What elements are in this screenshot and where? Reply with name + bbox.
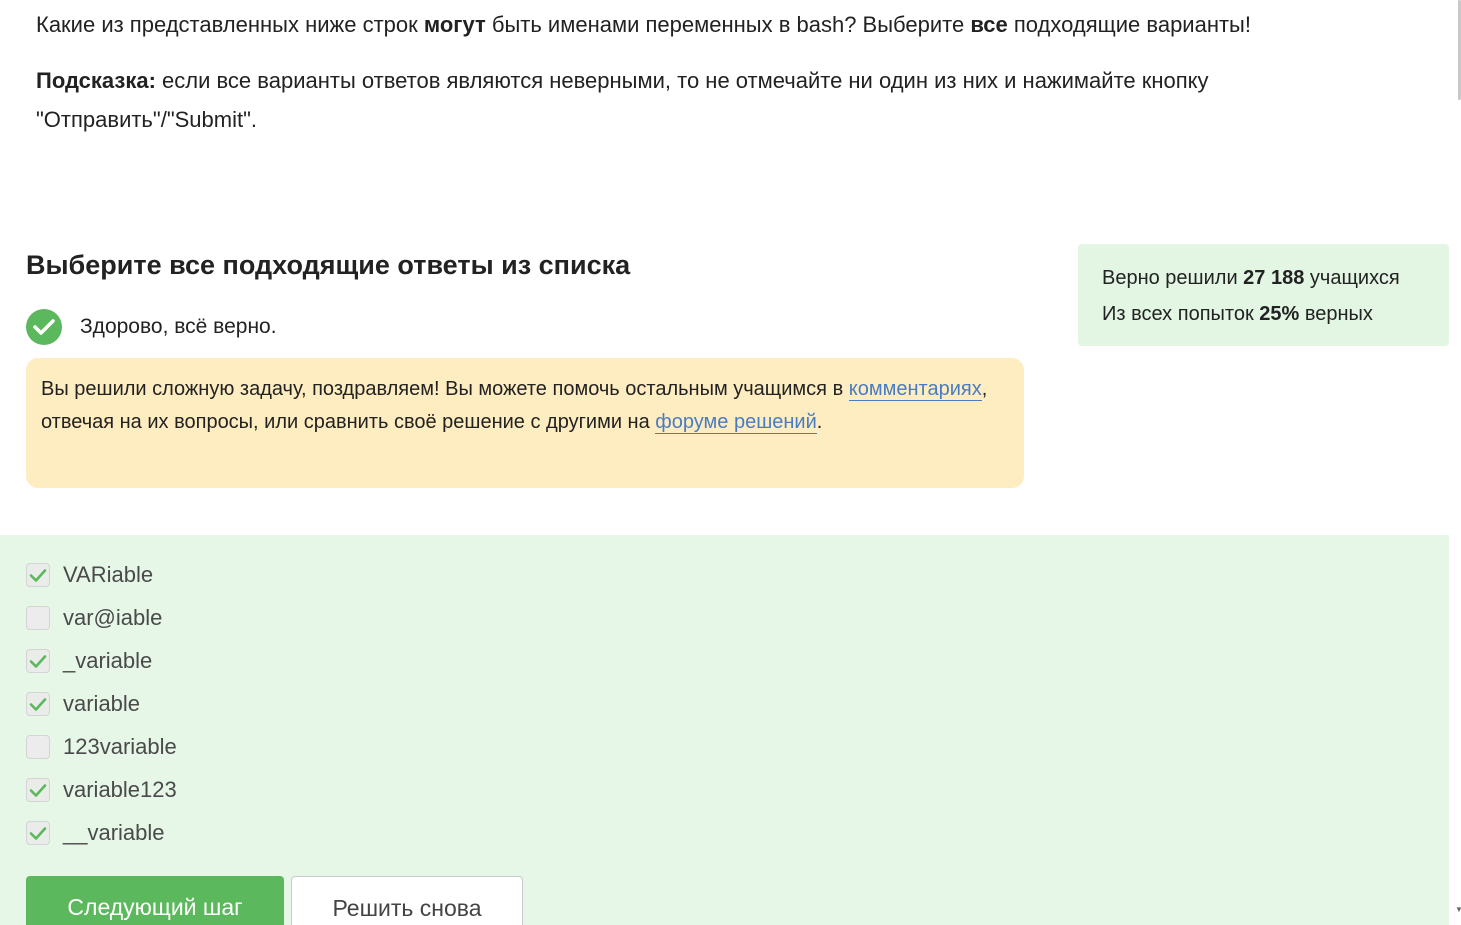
answer-label: _variable: [63, 648, 153, 673]
congrats-text: Вы решили сложную задачу, поздравляем! В…: [41, 378, 849, 400]
solve-again-button[interactable]: Решить снова: [291, 876, 523, 925]
next-step-button[interactable]: Следующий шаг: [26, 876, 284, 925]
answer-label: 123variable: [63, 734, 177, 759]
success-check-icon: [26, 309, 62, 345]
congrats-text: .: [816, 411, 823, 433]
answer-label: variable: [63, 691, 141, 716]
stats-label: учащихся: [1304, 267, 1400, 289]
checkmark-icon: [29, 783, 47, 797]
answer-option[interactable]: __variable: [26, 820, 165, 846]
answer-checkbox[interactable]: [26, 778, 50, 802]
answers-panel: [0, 535, 1449, 925]
stats-correct-percent: 25%: [1259, 303, 1300, 325]
stats-attempts: Из всех попыток 25% верных: [1102, 296, 1425, 332]
hint-label: Подсказка:: [36, 68, 156, 93]
stats-label: Верно решили: [1102, 267, 1244, 289]
answer-label: __variable: [63, 820, 165, 845]
question-part: Какие из представленных ниже строк: [36, 12, 424, 37]
answer-checkbox[interactable]: [26, 821, 50, 845]
comments-link[interactable]: комментариях: [848, 378, 982, 401]
checkmark-icon: [29, 654, 47, 668]
scroll-down-arrow-icon[interactable]: ▼: [1455, 905, 1461, 914]
question-emphasis: могут: [423, 12, 486, 37]
checkmark-icon: [29, 568, 47, 582]
question-part: подходящие варианты!: [1007, 12, 1251, 37]
answer-label: var@iable: [63, 605, 163, 630]
question-part: быть именами переменных в bash? Выберите: [485, 12, 971, 37]
checkmark-icon: [29, 826, 47, 840]
answer-option[interactable]: variable123: [26, 777, 177, 803]
answer-checkbox[interactable]: [26, 649, 50, 673]
question-emphasis: все: [970, 12, 1008, 37]
answer-option[interactable]: 123variable: [26, 734, 177, 760]
answer-checkbox[interactable]: [26, 563, 50, 587]
answer-label: variable123: [63, 777, 177, 802]
answer-checkbox[interactable]: [26, 735, 50, 759]
answer-label: VARiable: [63, 562, 154, 587]
question-block: Какие из представленных ниже строк могут…: [36, 8, 1416, 139]
hint-text: Подсказка: если все варианты ответов явл…: [36, 61, 1416, 139]
question-text: Какие из представленных ниже строк могут…: [36, 8, 1416, 42]
stats-solved-count: 27 188: [1243, 267, 1305, 289]
solutions-forum-link[interactable]: форуме решений: [655, 411, 817, 434]
answer-option[interactable]: var@iable: [26, 605, 162, 631]
stats-label: Из всех попыток: [1102, 303, 1260, 325]
result-message: Здорово, всё верно.: [80, 315, 277, 338]
hint-body: если все варианты ответов являются невер…: [36, 68, 1209, 132]
result-status: Здорово, всё верно.: [26, 309, 277, 345]
answer-option[interactable]: variable: [26, 691, 140, 717]
section-title: Выберите все подходящие ответы из списка: [26, 250, 631, 280]
checkmark-icon: [29, 697, 47, 711]
answer-option[interactable]: VARiable: [26, 562, 153, 588]
page: Какие из представленных ниже строк могут…: [0, 0, 1461, 925]
stats-label: верных: [1299, 303, 1373, 325]
congrats-panel: Вы решили сложную задачу, поздравляем! В…: [26, 358, 1024, 488]
answer-checkbox[interactable]: [26, 692, 50, 716]
stats-solved: Верно решили 27 188 учащихся: [1102, 260, 1425, 296]
answer-option[interactable]: _variable: [26, 648, 152, 674]
stats-panel: Верно решили 27 188 учащихся Из всех поп…: [1078, 244, 1449, 346]
answer-checkbox[interactable]: [26, 606, 50, 630]
